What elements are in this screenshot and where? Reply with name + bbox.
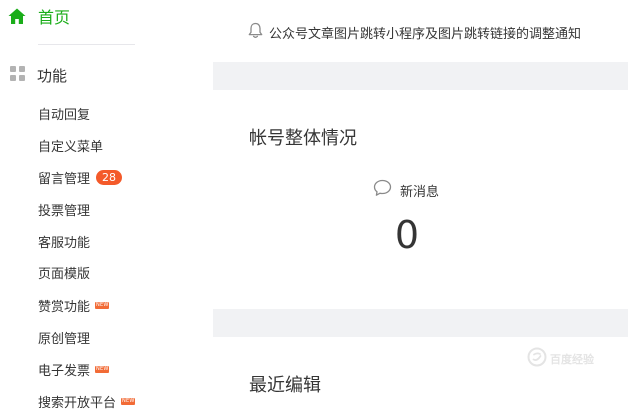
sidebar-item-search-platform[interactable]: 搜索开放平台 NEW (38, 391, 136, 411)
sidebar-item-label: 客服功能 (38, 235, 91, 251)
sidebar-item-home-label: 首页 (38, 8, 71, 27)
new-tag: NEW (121, 397, 136, 405)
sidebar-item-appreciation[interactable]: 赞赏功能 NEW (38, 295, 110, 315)
sidebar-item-customer-service[interactable]: 客服功能 (38, 231, 90, 251)
sidebar-item-e-invoice[interactable]: 电子发票 NEW (38, 359, 110, 379)
sidebar-item-label: 留言管理 (38, 171, 91, 187)
notice-text: 公众号文章图片跳转小程序及图片跳转链接的调整通知 (269, 26, 582, 42)
new-messages-count: 0 (394, 213, 420, 257)
new-tag: NEW (95, 365, 110, 373)
notice-link[interactable]: 公众号文章图片跳转小程序及图片跳转链接的调整通知 (248, 22, 581, 42)
sidebar-section-features[interactable]: 功能 (10, 64, 67, 86)
stat-label: 新消息 (400, 184, 440, 200)
chat-bubble-icon (373, 179, 392, 201)
watermark: 百度经验 (527, 347, 594, 371)
sidebar-item-label: 投票管理 (38, 203, 91, 219)
sidebar-item-home[interactable]: 首页 (8, 4, 70, 28)
sidebar-item-label: 页面模版 (38, 266, 91, 282)
sidebar-item-label: 原创管理 (38, 331, 91, 347)
sidebar-item-label: 赞赏功能 (38, 299, 91, 315)
new-tag: NEW (95, 301, 110, 309)
grid-icon (10, 65, 25, 85)
notice-card: 公众号文章图片跳转小程序及图片跳转链接的调整通知 (213, 0, 628, 62)
watermark-logo-icon (527, 347, 547, 371)
sidebar-divider (38, 44, 135, 45)
watermark-text: 百度经验 (550, 353, 594, 366)
sidebar-item-label: 搜索开放平台 (38, 395, 117, 411)
sidebar-item-custom-menu[interactable]: 自定义菜单 (38, 135, 103, 155)
sidebar-item-original[interactable]: 原创管理 (38, 327, 90, 347)
home-icon (8, 8, 26, 25)
bell-icon (248, 22, 263, 43)
sidebar-item-votes[interactable]: 投票管理 (38, 199, 90, 219)
new-messages-stat[interactable]: 新消息 (373, 179, 440, 201)
account-overview-card: 帐号整体情况 新消息 0 (213, 90, 628, 309)
sidebar-item-label: 电子发票 (38, 363, 91, 379)
card-title: 帐号整体情况 (249, 128, 357, 149)
comment-count-badge: 28 (96, 169, 123, 185)
card-title: 最近编辑 (249, 375, 321, 396)
sidebar-item-comments[interactable]: 留言管理 28 (38, 167, 123, 187)
sidebar-section-label: 功能 (37, 66, 68, 85)
sidebar-item-label: 自定义菜单 (38, 139, 104, 155)
sidebar-item-auto-reply[interactable]: 自动回复 (38, 103, 90, 123)
sidebar-item-page-templates[interactable]: 页面模版 (38, 262, 90, 282)
sidebar: 首页 功能 自动回复 自定义菜单 留言管理 28 投票管理 客服功能 页面模版 … (0, 0, 213, 411)
sidebar-item-label: 自动回复 (38, 107, 91, 123)
